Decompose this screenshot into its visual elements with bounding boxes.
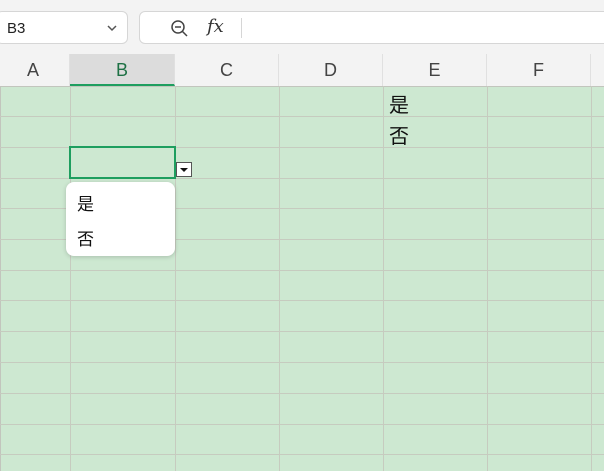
column-header-a[interactable]: A bbox=[0, 54, 70, 86]
grid-line bbox=[591, 86, 592, 471]
grid-line bbox=[70, 86, 71, 471]
zoom-icon[interactable] bbox=[170, 19, 190, 39]
formula-toolbar: B3 fx bbox=[0, 0, 604, 54]
active-cell-b3[interactable] bbox=[69, 146, 176, 179]
dropdown-arrow-button[interactable] bbox=[176, 162, 192, 177]
grid-line bbox=[0, 362, 604, 363]
fx-icon[interactable]: fx bbox=[207, 16, 224, 37]
name-box[interactable]: B3 bbox=[0, 11, 128, 44]
validation-dropdown-list: 是 否 bbox=[66, 182, 175, 256]
grid-line bbox=[0, 424, 604, 425]
grid-line bbox=[279, 86, 280, 471]
formula-bar[interactable]: fx bbox=[139, 11, 604, 44]
chevron-down-icon[interactable] bbox=[105, 21, 119, 35]
grid-line bbox=[175, 86, 176, 471]
cell-e2[interactable]: 否 bbox=[389, 120, 409, 149]
column-header-c[interactable]: C bbox=[175, 54, 279, 86]
dropdown-option-no[interactable]: 否 bbox=[77, 225, 94, 250]
column-headers: A B C D E F bbox=[0, 54, 604, 86]
grid-line bbox=[383, 86, 384, 471]
column-header-b[interactable]: B bbox=[70, 54, 175, 86]
grid-line bbox=[0, 393, 604, 394]
grid-line bbox=[0, 331, 604, 332]
grid-line bbox=[487, 86, 488, 471]
cell-grid[interactable]: 是 否 是 否 bbox=[0, 86, 604, 471]
column-header-f[interactable]: F bbox=[487, 54, 591, 86]
grid-line bbox=[0, 454, 604, 455]
formula-bar-separator bbox=[241, 18, 242, 38]
grid-line bbox=[0, 270, 604, 271]
grid-line bbox=[0, 300, 604, 301]
column-header-e[interactable]: E bbox=[383, 54, 487, 86]
column-header-d[interactable]: D bbox=[279, 54, 383, 86]
dropdown-option-yes[interactable]: 是 bbox=[77, 190, 94, 215]
name-box-value: B3 bbox=[7, 20, 26, 37]
grid-line bbox=[0, 116, 604, 117]
cell-e1[interactable]: 是 bbox=[389, 89, 409, 118]
